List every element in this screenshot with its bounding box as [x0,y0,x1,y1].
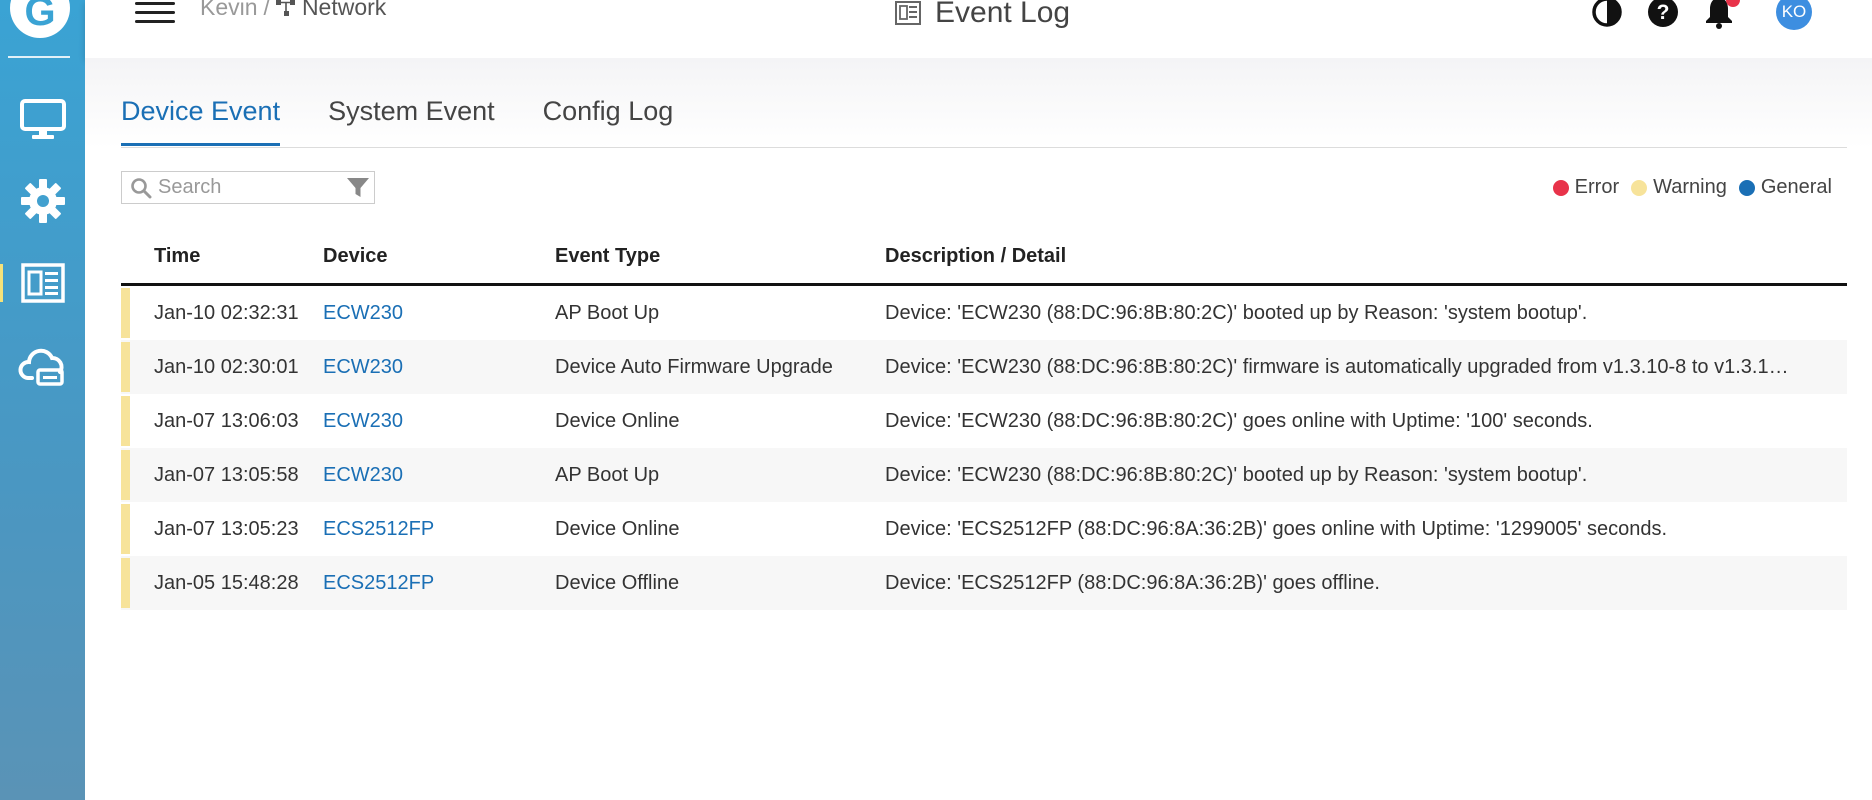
severity-bar [121,288,130,338]
sidebar: G [0,0,85,800]
cell-time: Jan-05 15:48:28 [154,571,299,594]
table-row[interactable]: Jan-10 02:32:31 ECW230 AP Boot Up Device… [121,286,1847,340]
page-title-text: Event Log [935,0,1071,29]
cell-time: Jan-07 13:06:03 [154,409,299,432]
main-content: Device Event System Event Config Log Err… [85,58,1872,800]
filter-icon[interactable] [346,177,370,199]
column-header-device[interactable]: Device [323,245,555,268]
legend-general-label: General [1760,176,1832,198]
theme-toggle-button[interactable] [1590,0,1624,29]
cell-event-type: Device Offline [555,571,680,594]
table-row[interactable]: Jan-10 02:30:01 ECW230 Device Auto Firmw… [121,340,1847,394]
event-log-title-icon [895,1,921,25]
cell-time: Jan-07 13:05:23 [154,517,299,540]
table-body: Jan-10 02:32:31 ECW230 AP Boot Up Device… [121,286,1847,610]
cloud-device-icon [18,348,64,386]
error-dot [1552,179,1569,196]
severity-bar [121,342,130,392]
warning-dot [1631,179,1648,196]
column-header-event-type[interactable]: Event Type [555,245,885,268]
severity-bar [121,396,130,446]
cell-device-link[interactable]: ECS2512FP [323,572,555,595]
table-row[interactable]: Jan-07 13:05:23 ECS2512FP Device Online … [121,502,1847,556]
header-actions: ? KO [1590,0,1812,30]
general-dot [1738,179,1755,196]
cell-event-type: AP Boot Up [555,301,660,324]
cell-device-link[interactable]: ECW230 [323,410,555,433]
sidebar-divider [8,56,70,58]
cell-description: Device: 'ECW230 (88:DC:96:8B:80:2C)' boo… [885,301,1588,324]
event-log-icon [20,263,65,303]
legend-error-label: Error [1574,176,1620,198]
tab-system-event[interactable]: System Event [328,96,495,146]
notifications-button[interactable] [1702,0,1740,29]
cell-event-type: Device Online [555,409,680,432]
sidebar-item-settings[interactable] [0,166,85,236]
severity-bar [121,558,130,608]
severity-legend: Error Warning General [1552,176,1832,199]
legend-error: Error [1552,176,1620,199]
cell-device-link[interactable]: ECW230 [323,464,555,487]
legend-general: General [1738,176,1832,199]
cell-description: Device: 'ECW230 (88:DC:96:8B:80:2C)' goe… [885,409,1593,432]
logo-letter: G [24,0,56,34]
cell-description: Device: 'ECS2512FP (88:DC:96:8A:36:2B)' … [885,517,1668,540]
page-title: Event Log [895,0,1070,30]
cell-device-link[interactable]: ECW230 [323,302,555,325]
table-header: Time Device Event Type Description / Det… [121,230,1847,286]
cell-time: Jan-07 13:05:58 [154,463,299,486]
menu-toggle-button[interactable] [135,0,175,26]
search-box [121,171,375,204]
search-icon [131,177,152,198]
cell-event-type: Device Online [555,517,680,540]
cell-event-type: AP Boot Up [555,463,660,486]
event-table: Time Device Event Type Description / Det… [121,230,1847,610]
gear-icon [20,179,65,223]
cell-device-link[interactable]: ECW230 [323,356,555,379]
sidebar-item-cloud[interactable] [0,332,85,402]
network-icon [275,0,295,16]
tab-config-log[interactable]: Config Log [543,96,674,146]
tab-device-event[interactable]: Device Event [121,96,281,146]
breadcrumb: Kevin / Network [200,0,386,21]
breadcrumb-parent[interactable]: Kevin [200,0,258,21]
table-row[interactable]: Jan-05 15:48:28 ECS2512FP Device Offline… [121,556,1847,610]
column-header-description[interactable]: Description / Detail [885,245,1847,268]
breadcrumb-separator: / [263,0,270,20]
brand-logo[interactable]: G [10,0,70,38]
cell-time: Jan-10 02:30:01 [154,355,299,378]
legend-warning: Warning [1631,176,1727,199]
breadcrumb-current[interactable]: Network [302,0,386,21]
help-icon: ? [1648,0,1678,27]
user-avatar[interactable]: KO [1776,0,1812,30]
cell-event-type: Device Auto Firmware Upgrade [555,355,833,378]
svg-text:?: ? [1657,1,1670,24]
column-header-time[interactable]: Time [121,245,323,268]
help-button[interactable]: ? [1646,0,1680,29]
event-tabs: Device Event System Event Config Log [121,96,673,146]
cell-device-link[interactable]: ECS2512FP [323,518,555,541]
cell-description: Device: 'ECW230 (88:DC:96:8B:80:2C)' boo… [885,463,1588,486]
sidebar-item-monitor[interactable] [0,84,85,154]
severity-bar [121,504,130,554]
severity-bar [121,450,130,500]
table-row[interactable]: Jan-07 13:06:03 ECW230 Device Online Dev… [121,394,1847,448]
legend-warning-label: Warning [1653,176,1727,198]
cell-description: Device: 'ECS2512FP (88:DC:96:8A:36:2B)' … [885,571,1380,594]
search-input[interactable] [158,176,343,199]
contrast-icon [1592,0,1622,27]
cell-time: Jan-10 02:32:31 [154,301,299,324]
sidebar-item-event-log[interactable] [0,248,85,318]
table-row[interactable]: Jan-07 13:05:58 ECW230 AP Boot Up Device… [121,448,1847,502]
tabs-divider [121,147,1847,148]
top-header: Kevin / Network Event Log ? KO [85,0,1872,58]
monitor-icon [19,99,66,139]
cell-description: Device: 'ECW230 (88:DC:96:8B:80:2C)' fir… [885,355,1789,378]
